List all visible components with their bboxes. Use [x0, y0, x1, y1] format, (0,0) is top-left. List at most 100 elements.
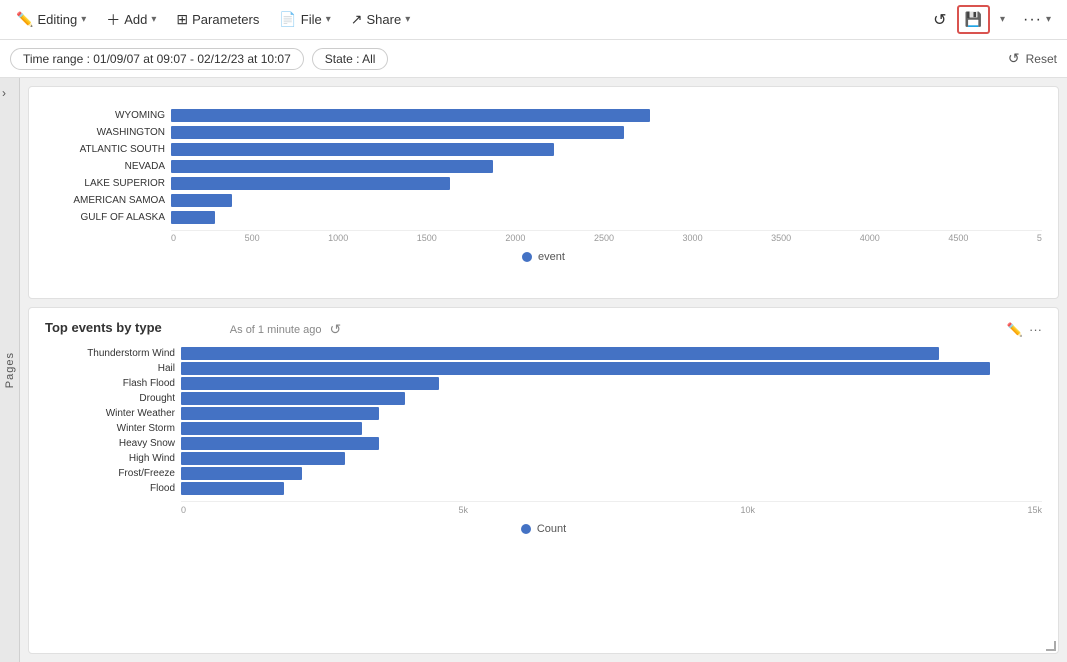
reset-label: Reset: [1026, 52, 1057, 66]
bottom-x-axis-labels: 0 5k 10k 15k: [181, 505, 1042, 515]
bar-label-hail: Hail: [45, 363, 175, 374]
bar-fill-gulf-of-alaska: [171, 211, 215, 224]
add-button[interactable]: ＋ Add ▾: [98, 6, 164, 34]
state-filter[interactable]: State : All: [312, 48, 389, 70]
bar-track-american-samoa: [171, 194, 1042, 207]
more-button[interactable]: ▾: [992, 10, 1013, 29]
bar-track-high-wind: [181, 452, 1042, 465]
more-chart-icon[interactable]: ···: [1029, 322, 1042, 338]
legend-label-event: event: [538, 251, 565, 263]
bar-label-lake-superior: LAKE SUPERIOR: [45, 178, 165, 189]
add-label: Add: [124, 12, 147, 27]
bar-label-wyoming: WYOMING: [45, 110, 165, 121]
file-label: File: [301, 12, 322, 27]
edit-chart-icon[interactable]: ✏️: [1007, 322, 1023, 338]
resize-handle[interactable]: [1046, 641, 1056, 651]
table-row: Flood: [45, 482, 1042, 495]
overflow-button[interactable]: ··· ▾: [1015, 7, 1059, 33]
bar-label-flash-flood: Flash Flood: [45, 378, 175, 389]
pages-sidebar[interactable]: › Pages: [0, 78, 20, 662]
parameters-button[interactable]: ⊞ Parameters: [168, 7, 267, 32]
bar-label-high-wind: High Wind: [45, 453, 175, 464]
save-button[interactable]: 💾: [957, 5, 990, 34]
table-row: AMERICAN SAMOA: [45, 194, 1042, 207]
file-button[interactable]: 📄 File ▾: [271, 7, 338, 32]
bar-fill-wyoming: [171, 109, 650, 122]
time-range-filter[interactable]: Time range : 01/09/07 at 09:07 - 02/12/2…: [10, 48, 304, 70]
bar-fill-hail: [181, 362, 990, 375]
table-row: NEVADA: [45, 160, 1042, 173]
bar-track-winter-storm: [181, 422, 1042, 435]
bar-label-heavy-snow: Heavy Snow: [45, 438, 175, 449]
table-row: High Wind: [45, 452, 1042, 465]
bar-label-thunderstorm: Thunderstorm Wind: [45, 348, 175, 359]
main-content: › Pages WYOMING WASHINGTON: [0, 78, 1067, 662]
bar-label-flood: Flood: [45, 483, 175, 494]
state-label: State : All: [325, 52, 376, 66]
bar-fill-drought: [181, 392, 405, 405]
bar-fill-lake-superior: [171, 177, 450, 190]
bar-track-thunderstorm: [181, 347, 1042, 360]
bar-label-nevada: NEVADA: [45, 161, 165, 172]
share-chevron: ▾: [405, 14, 410, 25]
top-bar-chart: WYOMING WASHINGTON ATLANTI: [45, 109, 1042, 226]
plus-icon: ＋: [106, 10, 120, 30]
table-row: Hail: [45, 362, 1042, 375]
table-row: Thunderstorm Wind: [45, 347, 1042, 360]
table-row: Winter Weather: [45, 407, 1042, 420]
reset-area[interactable]: ↺ Reset: [1008, 50, 1057, 67]
bottom-chart-title: Top events by type: [45, 320, 162, 335]
table-row: WYOMING: [45, 109, 1042, 122]
refresh-button[interactable]: ↺: [925, 6, 954, 34]
bar-track-washington: [171, 126, 1042, 139]
bar-track-flood: [181, 482, 1042, 495]
top-chart-x-axis: 0 500 1000 1500 2000 2500 3000 3500 4000…: [171, 230, 1042, 243]
bottom-chart-header: Top events by type As of 1 minute ago ↺ …: [45, 320, 1042, 339]
overflow-chevron: ▾: [1046, 14, 1051, 25]
bar-fill-washington: [171, 126, 624, 139]
table-row: GULF OF ALASKA: [45, 211, 1042, 224]
top-chart-card: WYOMING WASHINGTON ATLANTI: [28, 86, 1059, 299]
bar-label-winter-storm: Winter Storm: [45, 423, 175, 434]
file-icon: 📄: [279, 11, 296, 28]
legend-dot-count: [521, 524, 531, 534]
bar-label-gulf-of-alaska: GULF OF ALASKA: [45, 212, 165, 223]
pages-arrow-icon: ›: [2, 86, 6, 100]
editing-chevron: ▾: [81, 14, 86, 25]
share-icon: ↗: [351, 11, 363, 28]
bar-fill-winter-storm: [181, 422, 362, 435]
file-chevron: ▾: [326, 14, 331, 25]
bar-fill-heavy-snow: [181, 437, 379, 450]
top-chart-container: WYOMING WASHINGTON ATLANTI: [45, 99, 1042, 263]
chart-actions: ✏️ ···: [1007, 322, 1042, 338]
bar-track-lake-superior: [171, 177, 1042, 190]
bar-track-nevada: [171, 160, 1042, 173]
table-row: Heavy Snow: [45, 437, 1042, 450]
bar-fill-american-samoa: [171, 194, 232, 207]
bar-fill-frost-freeze: [181, 467, 302, 480]
table-row: WASHINGTON: [45, 126, 1042, 139]
add-chevron: ▾: [151, 14, 156, 25]
editing-label: Editing: [37, 12, 77, 27]
parameters-label: Parameters: [192, 12, 259, 27]
bar-fill-flash-flood: [181, 377, 439, 390]
share-button[interactable]: ↗ Share ▾: [343, 7, 418, 32]
save-icon: 💾: [965, 11, 982, 28]
down-chevron-icon: ▾: [1000, 14, 1005, 25]
bar-label-frost-freeze: Frost/Freeze: [45, 468, 175, 479]
bar-label-atlantic-south: ATLANTIC SOUTH: [45, 144, 165, 155]
bar-track-atlantic-south: [171, 143, 1042, 156]
legend-label-count: Count: [537, 523, 566, 535]
table-row: Drought: [45, 392, 1042, 405]
undo-icon: ↺: [1008, 50, 1020, 67]
top-chart-legend: event: [45, 251, 1042, 263]
ellipsis-icon: ···: [1023, 11, 1042, 29]
refresh-chart-icon[interactable]: ↺: [330, 321, 342, 338]
bottom-chart-legend: Count: [45, 523, 1042, 535]
parameters-icon: ⊞: [176, 11, 188, 28]
bottom-chart-container: Thunderstorm Wind Hail Flash Flood: [45, 347, 1042, 535]
editing-button[interactable]: ✏️ Editing ▾: [8, 7, 94, 32]
table-row: LAKE SUPERIOR: [45, 177, 1042, 190]
bar-track-winter-weather: [181, 407, 1042, 420]
bar-fill-flood: [181, 482, 284, 495]
